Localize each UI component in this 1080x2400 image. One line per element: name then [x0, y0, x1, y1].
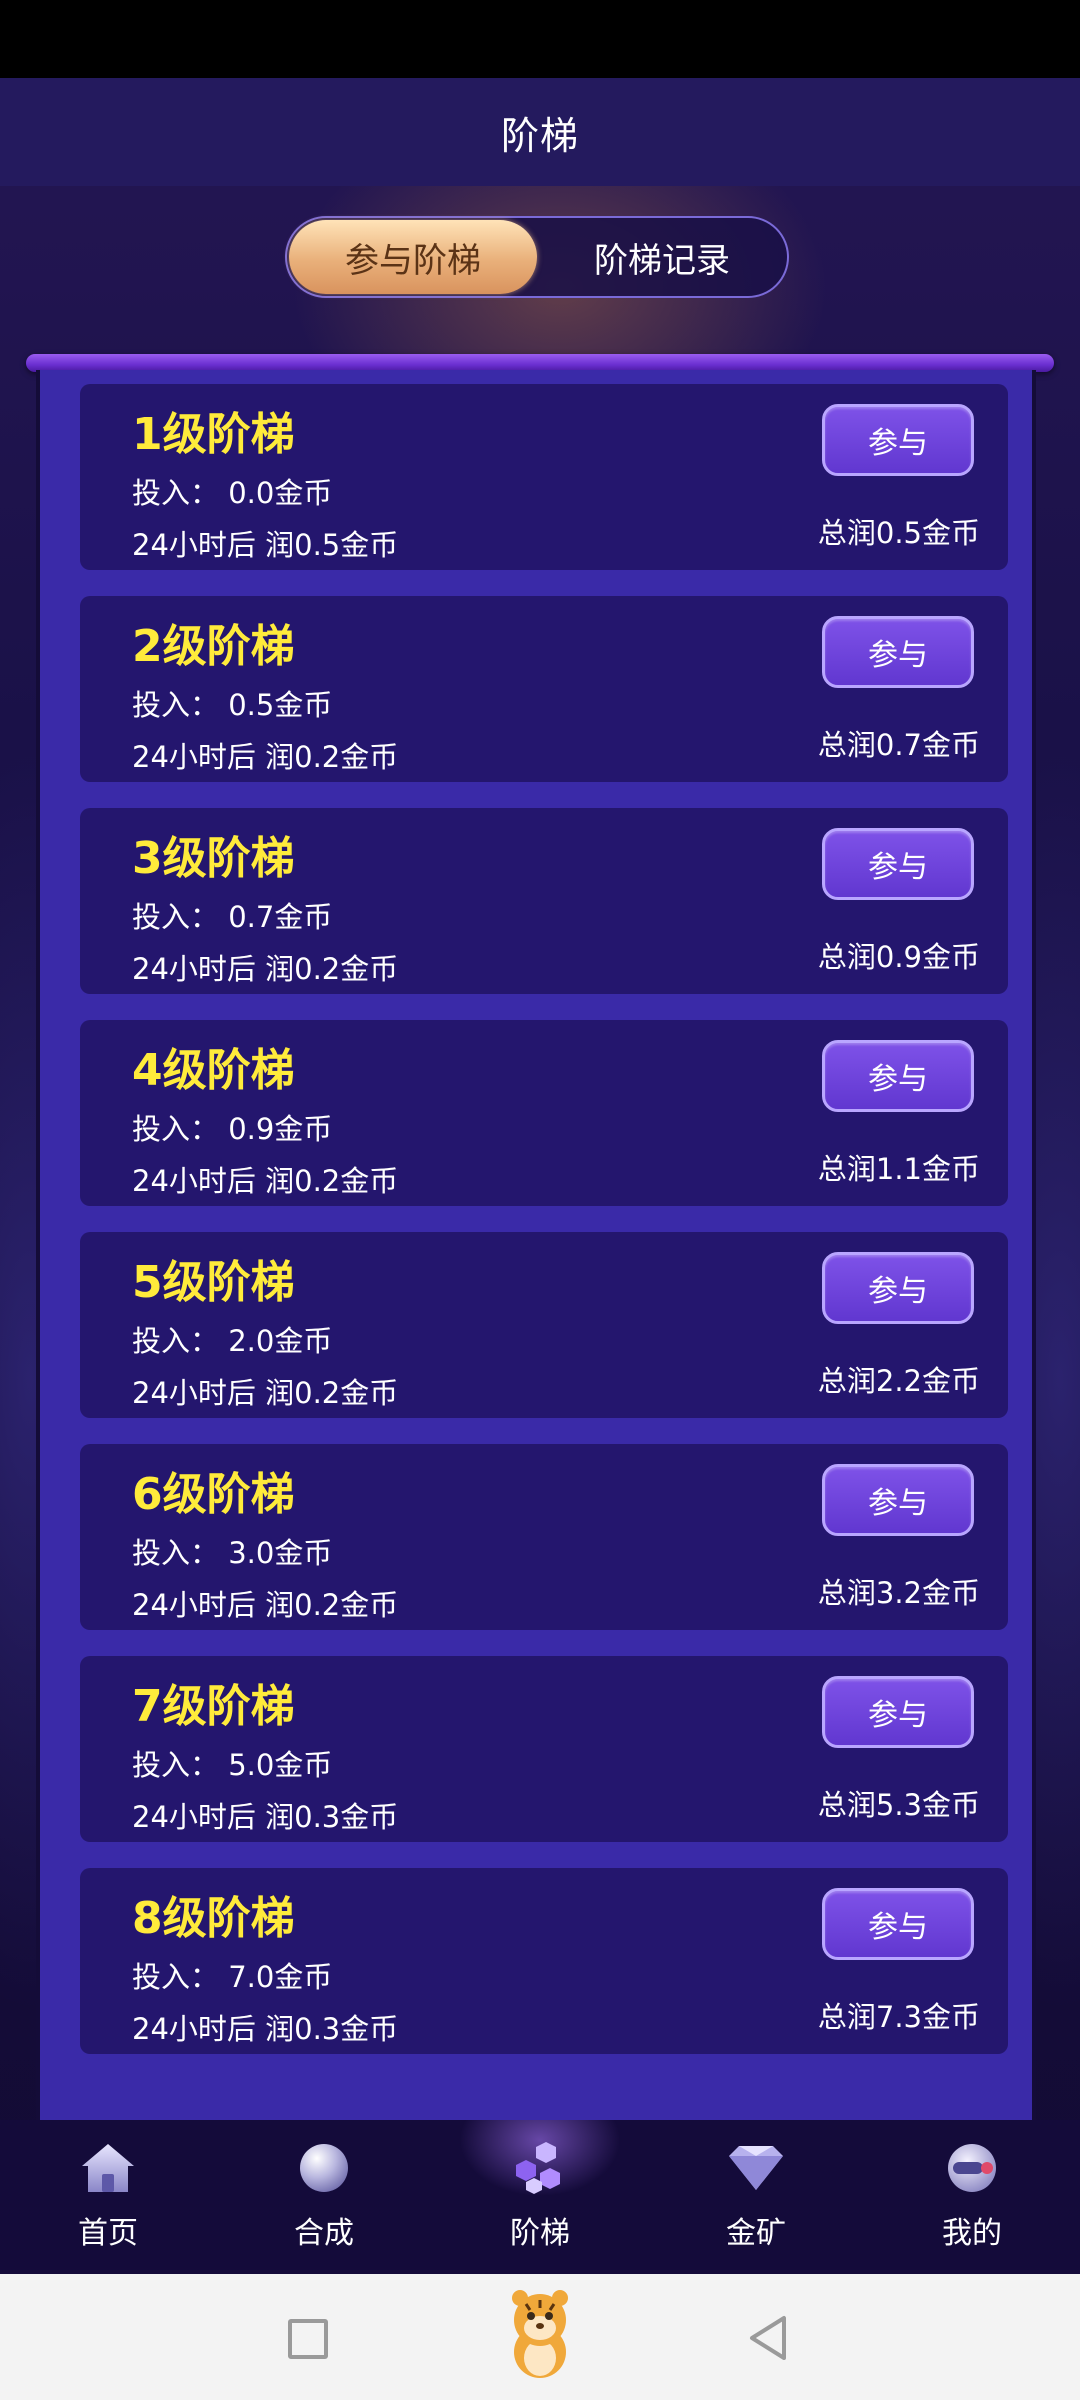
ladder-panel: 1级阶梯 投入： 0.0金币 24小时后 润0.5金币 总润0.5金币 参与 2… — [36, 370, 1036, 2200]
diamond-icon — [724, 2136, 788, 2200]
ladder-total-profit: 总润2.2金币 — [817, 1364, 980, 1398]
system-navigation-bar — [0, 2274, 1080, 2400]
ladder-title: 6级阶梯 — [132, 1469, 295, 1520]
bottom-nav: 首页 合成 阶梯 金矿 我的 — [0, 2120, 1080, 2274]
ladder-title: 3级阶梯 — [132, 833, 295, 884]
ladder-card-5: 5级阶梯 投入： 2.0金币 24小时后 润0.2金币 总润2.2金币 参与 — [80, 1232, 1008, 1418]
ladder-profit: 24小时后 润0.2金币 — [132, 1376, 399, 1410]
nav-mine[interactable]: 我的 — [864, 2136, 1080, 2266]
ladder-title: 1级阶梯 — [132, 409, 295, 460]
ladder-invest: 投入： 0.0金币 — [132, 476, 333, 510]
ladder-total-profit: 总润1.1金币 — [817, 1152, 980, 1186]
helmet-icon — [940, 2136, 1004, 2200]
ladder-total-profit: 总润5.3金币 — [817, 1788, 980, 1822]
join-button[interactable]: 参与 — [822, 1676, 974, 1748]
ladder-total-profit: 总润0.7金币 — [817, 728, 980, 762]
ladder-total-profit: 总润0.5金币 — [817, 516, 980, 550]
tab-join-ladder[interactable]: 参与阶梯 — [289, 220, 537, 294]
page-title: 阶梯 — [500, 113, 579, 158]
ladder-invest: 投入： 0.9金币 — [132, 1112, 333, 1146]
nav-ladder[interactable]: 阶梯 — [432, 2136, 648, 2266]
status-bar — [0, 0, 1080, 78]
ladder-profit: 24小时后 润0.5金币 — [132, 528, 399, 562]
home-icon — [76, 2136, 140, 2200]
nav-label: 阶梯 — [510, 2216, 570, 2251]
ladder-profit: 24小时后 润0.2金币 — [132, 740, 399, 774]
join-button[interactable]: 参与 — [822, 1464, 974, 1536]
ladder-profit: 24小时后 润0.2金币 — [132, 1588, 399, 1622]
ladder-title: 7级阶梯 — [132, 1681, 295, 1732]
ladder-card-4: 4级阶梯 投入： 0.9金币 24小时后 润0.2金币 总润1.1金币 参与 — [80, 1020, 1008, 1206]
ladder-invest: 投入： 5.0金币 — [132, 1748, 333, 1782]
join-button[interactable]: 参与 — [822, 1040, 974, 1112]
ladder-profit: 24小时后 润0.3金币 — [132, 1800, 399, 1834]
join-button[interactable]: 参与 — [822, 1888, 974, 1960]
ladder-invest: 投入： 7.0金币 — [132, 1960, 333, 1994]
tab-switcher: 参与阶梯 阶梯记录 — [285, 216, 789, 298]
ladder-card-8: 8级阶梯 投入： 7.0金币 24小时后 润0.3金币 总润7.3金币 参与 — [80, 1868, 1008, 2054]
ladder-profit: 24小时后 润0.3金币 — [132, 2012, 399, 2046]
nav-synthesis[interactable]: 合成 — [216, 2136, 432, 2266]
ladder-card-3: 3级阶梯 投入： 0.7金币 24小时后 润0.2金币 总润0.9金币 参与 — [80, 808, 1008, 994]
tiger-mascot-icon[interactable] — [500, 2286, 580, 2386]
ladder-profit: 24小时后 润0.2金币 — [132, 1164, 399, 1198]
ladder-card-6: 6级阶梯 投入： 3.0金币 24小时后 润0.2金币 总润3.2金币 参与 — [80, 1444, 1008, 1630]
join-button[interactable]: 参与 — [822, 828, 974, 900]
nav-goldmine[interactable]: 金矿 — [648, 2136, 864, 2266]
ladder-total-profit: 总润3.2金币 — [817, 1576, 980, 1610]
nav-home[interactable]: 首页 — [0, 2136, 216, 2266]
ladder-total-profit: 总润0.9金币 — [817, 940, 980, 974]
ladder-title: 8级阶梯 — [132, 1893, 295, 1944]
ladder-invest: 投入： 2.0金币 — [132, 1324, 333, 1358]
ladder-invest: 投入： 0.7金币 — [132, 900, 333, 934]
ladder-list[interactable]: 1级阶梯 投入： 0.0金币 24小时后 润0.5金币 总润0.5金币 参与 2… — [80, 384, 1008, 2080]
ladder-profit: 24小时后 润0.2金币 — [132, 952, 399, 986]
tab-ladder-records[interactable]: 阶梯记录 — [539, 220, 785, 294]
ladder-title: 2级阶梯 — [132, 621, 295, 672]
ladder-title: 4级阶梯 — [132, 1045, 295, 1096]
join-button[interactable]: 参与 — [822, 1252, 974, 1324]
ladder-card-1: 1级阶梯 投入： 0.0金币 24小时后 润0.5金币 总润0.5金币 参与 — [80, 384, 1008, 570]
cubes-icon — [508, 2136, 572, 2200]
join-button[interactable]: 参与 — [822, 404, 974, 476]
nav-label: 首页 — [78, 2216, 138, 2251]
ladder-invest: 投入： 3.0金币 — [132, 1536, 333, 1570]
orb-icon — [292, 2136, 356, 2200]
app-screen: 阶梯 参与阶梯 阶梯记录 1级阶梯 投入： 0.0金币 24小时后 润0.5金币… — [0, 78, 1080, 2274]
nav-label: 合成 — [294, 2216, 354, 2251]
nav-label: 金矿 — [726, 2216, 786, 2251]
header-bar: 阶梯 — [0, 78, 1080, 186]
ladder-invest: 投入： 0.5金币 — [132, 688, 333, 722]
ladder-total-profit: 总润7.3金币 — [817, 2000, 980, 2034]
recent-apps-icon[interactable] — [288, 2319, 328, 2359]
nav-label: 我的 — [942, 2216, 1002, 2251]
back-icon[interactable] — [746, 2314, 790, 2366]
ladder-card-2: 2级阶梯 投入： 0.5金币 24小时后 润0.2金币 总润0.7金币 参与 — [80, 596, 1008, 782]
ladder-card-7: 7级阶梯 投入： 5.0金币 24小时后 润0.3金币 总润5.3金币 参与 — [80, 1656, 1008, 1842]
join-button[interactable]: 参与 — [822, 616, 974, 688]
ladder-title: 5级阶梯 — [132, 1257, 295, 1308]
